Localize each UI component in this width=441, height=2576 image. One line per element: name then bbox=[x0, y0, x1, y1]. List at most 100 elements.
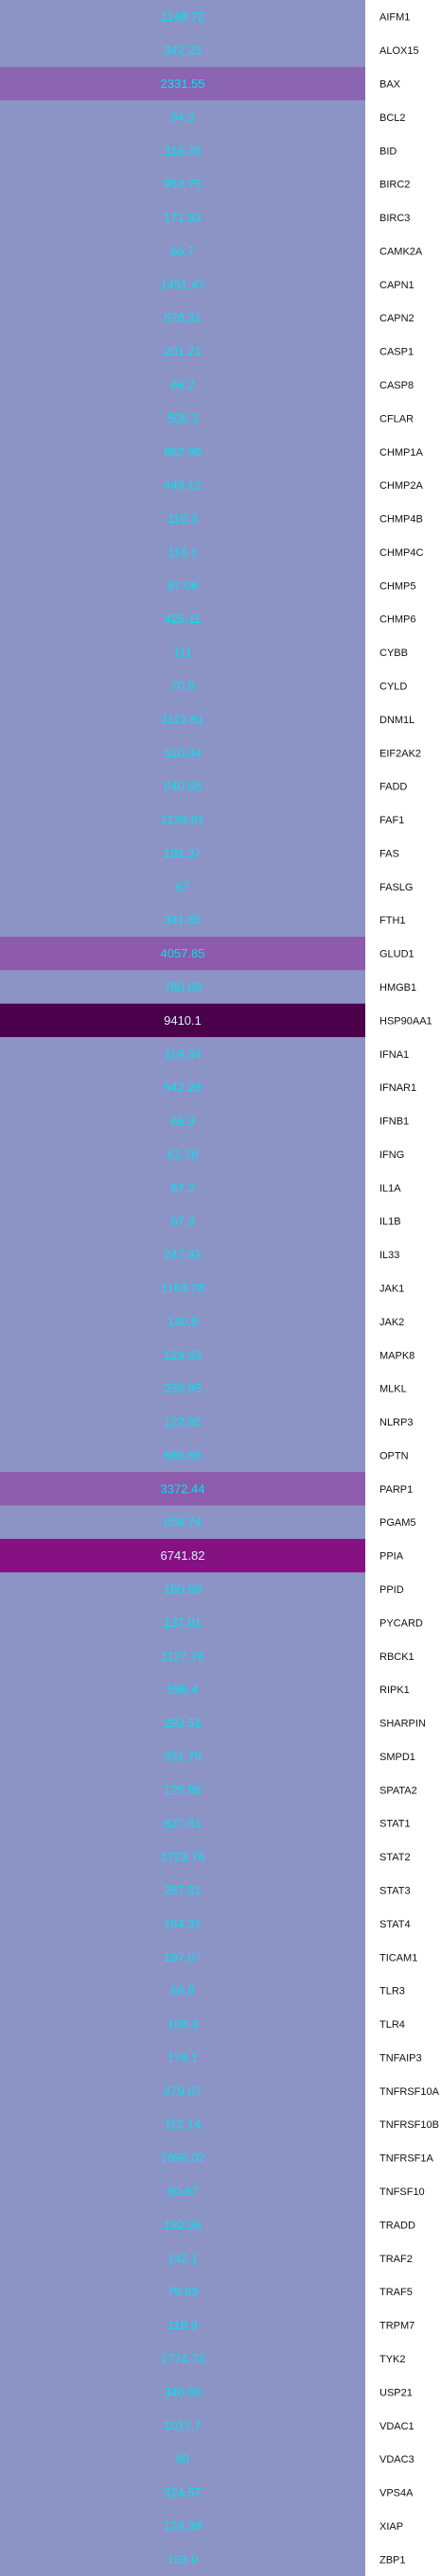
row-label-zbp1: ZBP1 bbox=[379, 2554, 406, 2566]
row-label-cyld: CYLD bbox=[379, 681, 407, 692]
cell-value-ifna1: 119.34 bbox=[165, 1046, 202, 1061]
row-label-faslg: FASLG bbox=[379, 882, 413, 893]
cell-value-tradd: 192.96 bbox=[164, 2218, 202, 2232]
row-label-ripk1: RIPK1 bbox=[379, 1685, 410, 1696]
row-label-sharpin: SHARPIN bbox=[379, 1719, 426, 1730]
cell-value-ripk1: 596.4 bbox=[168, 1683, 199, 1697]
cell-value-eif2ak2: 510.04 bbox=[164, 746, 202, 760]
row-label-bcl2: BCL2 bbox=[379, 112, 406, 124]
cell-value-usp21: 340.09 bbox=[164, 2385, 202, 2399]
row-label-chmp6: CHMP6 bbox=[379, 614, 416, 626]
cell-value-tlr3: 66.8 bbox=[170, 1983, 194, 1997]
row-label-eif2ak2: EIF2AK2 bbox=[379, 748, 421, 759]
row-label-jak2: JAK2 bbox=[379, 1317, 404, 1328]
row-label-il33: IL33 bbox=[379, 1250, 399, 1261]
cell-value-tnfaip3: 178.1 bbox=[168, 2050, 199, 2065]
row-label-nlrp3: NLRP3 bbox=[379, 1417, 413, 1428]
row-label-tnfsf10: TNFSF10 bbox=[379, 2187, 425, 2198]
cell-value-chmp2a: 449.12 bbox=[164, 478, 202, 493]
cell-value-aifm1: 1148.72 bbox=[161, 9, 204, 24]
cell-value-trpm7: 118.9 bbox=[168, 2318, 198, 2332]
cell-value-jak1: 1163.28 bbox=[161, 1281, 204, 1295]
cell-value-fas: 191.37 bbox=[164, 846, 202, 860]
cell-value-spata2: 125.86 bbox=[164, 1783, 202, 1797]
row-label-bid: BID bbox=[379, 146, 397, 157]
cell-value-tnfrsf1a: 1696.02 bbox=[161, 2151, 205, 2165]
cell-value-zbp1: 133.9 bbox=[168, 2552, 199, 2567]
cell-value-chmp6: 426.11 bbox=[165, 612, 202, 626]
row-label-mlkl: MLKL bbox=[379, 1384, 407, 1395]
row-label-tlr3: TLR3 bbox=[379, 1986, 405, 1997]
cell-value-ifnar1: 542.28 bbox=[164, 1081, 202, 1095]
cell-value-ticam1: 197.07 bbox=[164, 1950, 202, 1964]
row-label-casp1: CASP1 bbox=[379, 347, 414, 358]
cell-value-capn2: 578.31 bbox=[164, 311, 202, 325]
cell-value-mlkl: 239.95 bbox=[164, 1381, 202, 1395]
row-label-traf5: TRAF5 bbox=[379, 2287, 413, 2298]
row-label-chmp5: CHMP5 bbox=[379, 580, 416, 592]
row-label-tradd: TRADD bbox=[379, 2220, 415, 2231]
row-label-dnm1l: DNM1L bbox=[379, 715, 415, 726]
cell-value-dnm1l: 1112.81 bbox=[161, 712, 203, 726]
row-label-capn1: CAPN1 bbox=[379, 280, 415, 291]
cell-value-chmp4c: 116.1 bbox=[168, 545, 198, 559]
cell-value-traf5: 79.83 bbox=[168, 2285, 199, 2299]
cell-value-cflar: 506.3 bbox=[168, 411, 199, 425]
heatmap-chart: 1148.72 342.23 2331.55 94.3 316.76 953.75 171.… bbox=[0, 0, 440, 2576]
cell-value-ppid: 160.59 bbox=[164, 1582, 202, 1597]
cell-value-faslg: 67 bbox=[176, 879, 189, 893]
row-label-parp1: PARP1 bbox=[379, 1484, 413, 1495]
row-label-tnfrsf10a: TNFRSF10A bbox=[379, 2086, 440, 2098]
cell-value-tnfrsf10a: 279.07 bbox=[164, 2083, 202, 2098]
row-label-ppia: PPIA bbox=[379, 1551, 404, 1563]
cell-value-ifnb1: 66.9 bbox=[170, 1114, 194, 1128]
cell-value-tlr4: 108.3 bbox=[168, 2017, 199, 2031]
row-label-traf2: TRAF2 bbox=[379, 2254, 413, 2265]
row-label-capn2: CAPN2 bbox=[379, 313, 415, 324]
row-label-fth1: FTH1 bbox=[379, 915, 406, 926]
row-label-pgam5: PGAM5 bbox=[379, 1517, 416, 1529]
row-label-tlr4: TLR4 bbox=[379, 2019, 405, 2031]
cell-value-ifng: 61.78 bbox=[168, 1147, 199, 1161]
row-label-ifnar1: IFNAR1 bbox=[379, 1082, 416, 1094]
cell-value-vps4a: 324.57 bbox=[164, 2485, 202, 2499]
row-label-stat2: STAT2 bbox=[379, 1852, 411, 1863]
row-label-stat1: STAT1 bbox=[379, 1819, 411, 1830]
cell-value-tyk2: 1774.73 bbox=[161, 2351, 205, 2365]
row-label-chmp2a: CHMP2A bbox=[379, 480, 424, 492]
cell-value-alox15: 342.23 bbox=[164, 43, 202, 58]
cell-value-fth1: 341.85 bbox=[164, 913, 202, 927]
cell-value-tnfrsf10b: 112.14 bbox=[165, 2118, 202, 2132]
row-label-vdac3: VDAC3 bbox=[379, 2454, 415, 2465]
row-label-ppid: PPID bbox=[379, 1584, 404, 1596]
row-label-ifnb1: IFNB1 bbox=[379, 1116, 409, 1128]
row-label-chmp4c: CHMP4C bbox=[379, 547, 424, 559]
cell-value-stat4: 164.31 bbox=[164, 1916, 202, 1930]
row-label-faf1: FAF1 bbox=[379, 815, 404, 826]
row-label-xiap: XIAP bbox=[379, 2521, 403, 2533]
cell-value-cybb: 111 bbox=[173, 646, 192, 660]
row-label-ticam1: TICAM1 bbox=[379, 1952, 417, 1963]
cell-value-casp8: 66.2 bbox=[170, 377, 194, 391]
cell-value-faf1: 1138.61 bbox=[161, 813, 204, 827]
cell-value-bax: 2331.55 bbox=[161, 77, 205, 91]
cell-value-il33: 247.42 bbox=[164, 1248, 202, 1262]
cell-value-tnfsf10: 60.87 bbox=[168, 2185, 199, 2199]
cell-value-parp1: 3372.44 bbox=[161, 1481, 205, 1495]
cell-value-mapk8: 129.93 bbox=[164, 1348, 202, 1362]
row-label-mapk8: MAPK8 bbox=[379, 1350, 415, 1361]
row-label-jak1: JAK1 bbox=[379, 1284, 404, 1295]
row-label-hsp90aa1: HSP90AA1 bbox=[379, 1015, 432, 1027]
cell-value-chmp4b: 110.3 bbox=[168, 511, 198, 526]
row-label-trpm7: TRPM7 bbox=[379, 2321, 415, 2332]
cell-value-glud1: 4057.85 bbox=[161, 946, 205, 960]
row-label-aifm1: AIFM1 bbox=[379, 12, 410, 24]
cell-value-sharpin: 290.51 bbox=[164, 1716, 202, 1730]
row-label-tnfaip3: TNFAIP3 bbox=[379, 2052, 422, 2064]
row-label-rbck1: RBCK1 bbox=[379, 1651, 415, 1663]
row-label-fas: FAS bbox=[379, 848, 399, 859]
row-labels: AIFM1 ALOX15 BAX BCL2 BID BIRC2 BIRC3 CAMK2A CAP… bbox=[379, 12, 440, 2567]
cell-value-camk2a: 66.7 bbox=[170, 244, 194, 258]
row-label-pycard: PYCARD bbox=[379, 1617, 423, 1629]
row-label-tnfrsf10b: TNFRSF10B bbox=[379, 2119, 439, 2131]
